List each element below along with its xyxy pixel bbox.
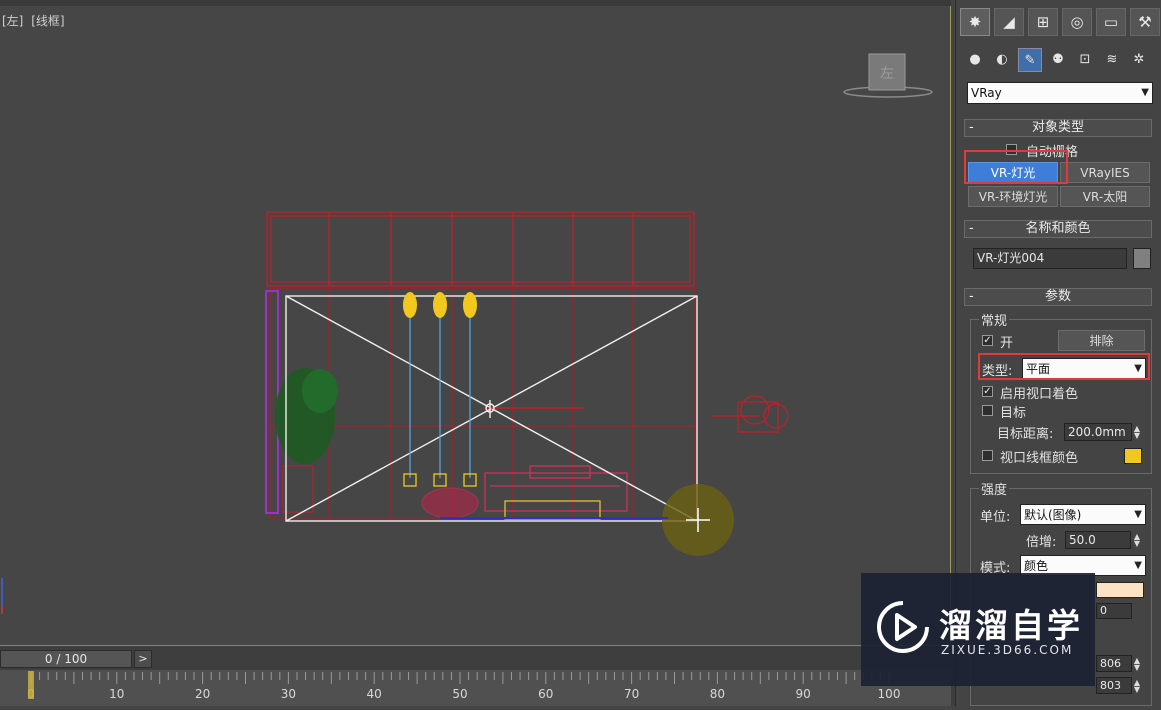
frame-tick-label: 20: [195, 687, 210, 701]
frame-tick-label: 80: [710, 687, 725, 701]
highlight-box-type: [978, 353, 1150, 380]
viewport-shading-checkbox[interactable]: ✓: [982, 386, 993, 397]
temperature-input[interactable]: 0: [1096, 603, 1132, 619]
time-slider[interactable]: 0 / 100: [0, 650, 132, 668]
spinner-arrows-icon[interactable]: ▲ ▼: [1132, 533, 1142, 548]
rollout-object-type[interactable]: - 对象类型: [964, 119, 1152, 137]
units-value: 默认(图像): [1024, 508, 1082, 522]
units-label: 单位:: [980, 510, 1011, 525]
next-frame-button[interactable]: >: [134, 650, 152, 668]
spinner-arrows-icon[interactable]: ▲ ▼: [1132, 425, 1142, 440]
rollout-parameters[interactable]: - 参数: [964, 288, 1152, 306]
frame-tick-label: 90: [796, 687, 811, 701]
vr-plane-light[interactable]: [285, 295, 698, 522]
frame-tick-label: 50: [452, 687, 467, 701]
watermark: 溜溜自学 ZIXUE.3D66.COM: [861, 573, 1095, 686]
collapse-icon: -: [969, 221, 974, 236]
rollout-name-color[interactable]: - 名称和颜色: [964, 220, 1152, 238]
half-width-input[interactable]: 803: [1096, 677, 1132, 694]
current-frame-marker[interactable]: [28, 671, 34, 699]
track-bar[interactable]: 0102030405060708090100: [0, 670, 951, 706]
motion-icon[interactable]: ◎: [1062, 8, 1092, 36]
target-checkbox[interactable]: [982, 405, 993, 416]
shapes-icon[interactable]: ◐: [991, 48, 1013, 70]
collapse-icon: -: [969, 289, 974, 304]
frame-tick-label: 60: [538, 687, 553, 701]
rollout-title: 名称和颜色: [1025, 221, 1091, 236]
pendant-lamps: [403, 292, 477, 487]
collapse-icon: -: [969, 120, 974, 135]
frame-tick-label: 10: [109, 687, 124, 701]
geometry-icon[interactable]: ●: [964, 48, 986, 70]
half-length-input[interactable]: 806: [1096, 655, 1132, 672]
viewcube[interactable]: 左: [843, 53, 933, 98]
renderer-dropdown-value: VRay: [971, 86, 1002, 100]
frame-tick-label: 100: [878, 687, 901, 701]
exclude-button[interactable]: 排除: [1058, 330, 1145, 351]
chevron-down-icon: ▼: [1141, 87, 1149, 98]
target-distance-input[interactable]: 200.0mm: [1064, 423, 1132, 441]
play-logo-icon: [877, 601, 929, 653]
frame-tick-label: 70: [624, 687, 639, 701]
wire-color-checkbox[interactable]: [982, 450, 993, 461]
hierarchy-icon[interactable]: ⊞: [1028, 8, 1058, 36]
systems-icon[interactable]: ✲: [1128, 48, 1150, 70]
scene-wireframe[interactable]: 左: [0, 6, 951, 646]
watermark-brand: 溜溜自学: [939, 606, 1083, 645]
spinner-arrows-icon[interactable]: ▲ ▼: [1132, 679, 1142, 694]
units-dropdown[interactable]: 默认(图像) ▼: [1020, 504, 1146, 525]
multiplier-label: 倍增:: [1026, 535, 1057, 550]
mode-value: 颜色: [1024, 559, 1049, 573]
frame-ruler[interactable]: 0102030405060708090100: [0, 670, 951, 706]
on-checkbox[interactable]: ✓: [982, 335, 993, 346]
command-panel-tabs: ✸ ◢ ⊞ ◎ ▭ ⚒: [960, 8, 1161, 36]
watermark-url: ZIXUE.3D66.COM: [941, 643, 1074, 657]
cameras-icon[interactable]: ⚉: [1047, 48, 1069, 70]
on-label: 开: [1000, 336, 1014, 351]
target-distance-label: 目标距离:: [997, 427, 1054, 442]
general-group-label: 常规: [979, 310, 1010, 329]
object-color-swatch[interactable]: [1133, 248, 1151, 269]
rollout-title: 参数: [1044, 289, 1071, 304]
wire-color-label: 视口线框颜色: [1000, 451, 1079, 466]
window-frame-upper: [266, 211, 695, 287]
vr-sun-button[interactable]: VR-太阳: [1060, 186, 1150, 207]
chevron-down-icon: ▼: [1134, 509, 1142, 520]
highlight-box-vr-light: [964, 150, 1068, 184]
side-object: [712, 395, 789, 433]
spacewarps-icon[interactable]: ≋: [1101, 48, 1123, 70]
utilities-icon[interactable]: ⚒: [1130, 8, 1160, 36]
wire-color-swatch[interactable]: [1124, 448, 1142, 464]
column-object: [265, 290, 279, 514]
spinner-arrows-icon[interactable]: ▲ ▼: [1132, 657, 1142, 672]
intensity-group-label: 强度: [979, 479, 1010, 498]
vr-ambient-light-button[interactable]: VR-环境灯光: [968, 186, 1058, 207]
chevron-down-icon: ▼: [1134, 560, 1142, 571]
furniture-wireframe: [421, 465, 628, 520]
multiplier-input[interactable]: 50.0: [1065, 531, 1131, 549]
helpers-icon[interactable]: ⊡: [1074, 48, 1096, 70]
light-color-swatch[interactable]: [1096, 582, 1144, 598]
frame-tick-label: 40: [367, 687, 382, 701]
lights-icon[interactable]: ✎: [1018, 48, 1042, 72]
object-name-field[interactable]: VR-灯光004: [973, 248, 1127, 269]
target-label: 目标: [1000, 406, 1027, 421]
viewport-shading-label: 启用视口着色: [1000, 387, 1079, 402]
display-icon[interactable]: ▭: [1096, 8, 1126, 36]
renderer-dropdown[interactable]: VRay ▼: [967, 82, 1153, 104]
modify-icon[interactable]: ◢: [994, 8, 1024, 36]
left-viewport[interactable]: [左] [线框] 左: [0, 6, 951, 646]
light-target-gizmo[interactable]: [662, 484, 734, 556]
viewcube-face-label: 左: [880, 66, 894, 82]
create-icon[interactable]: ✸: [960, 8, 990, 36]
frame-tick-label: 30: [281, 687, 296, 701]
create-subtabs: ● ◐ ✎ ⚉ ⊡ ≋ ✲: [964, 48, 1155, 72]
rollout-title: 对象类型: [1031, 120, 1084, 135]
vrayies-button[interactable]: VRayIES: [1060, 162, 1150, 183]
